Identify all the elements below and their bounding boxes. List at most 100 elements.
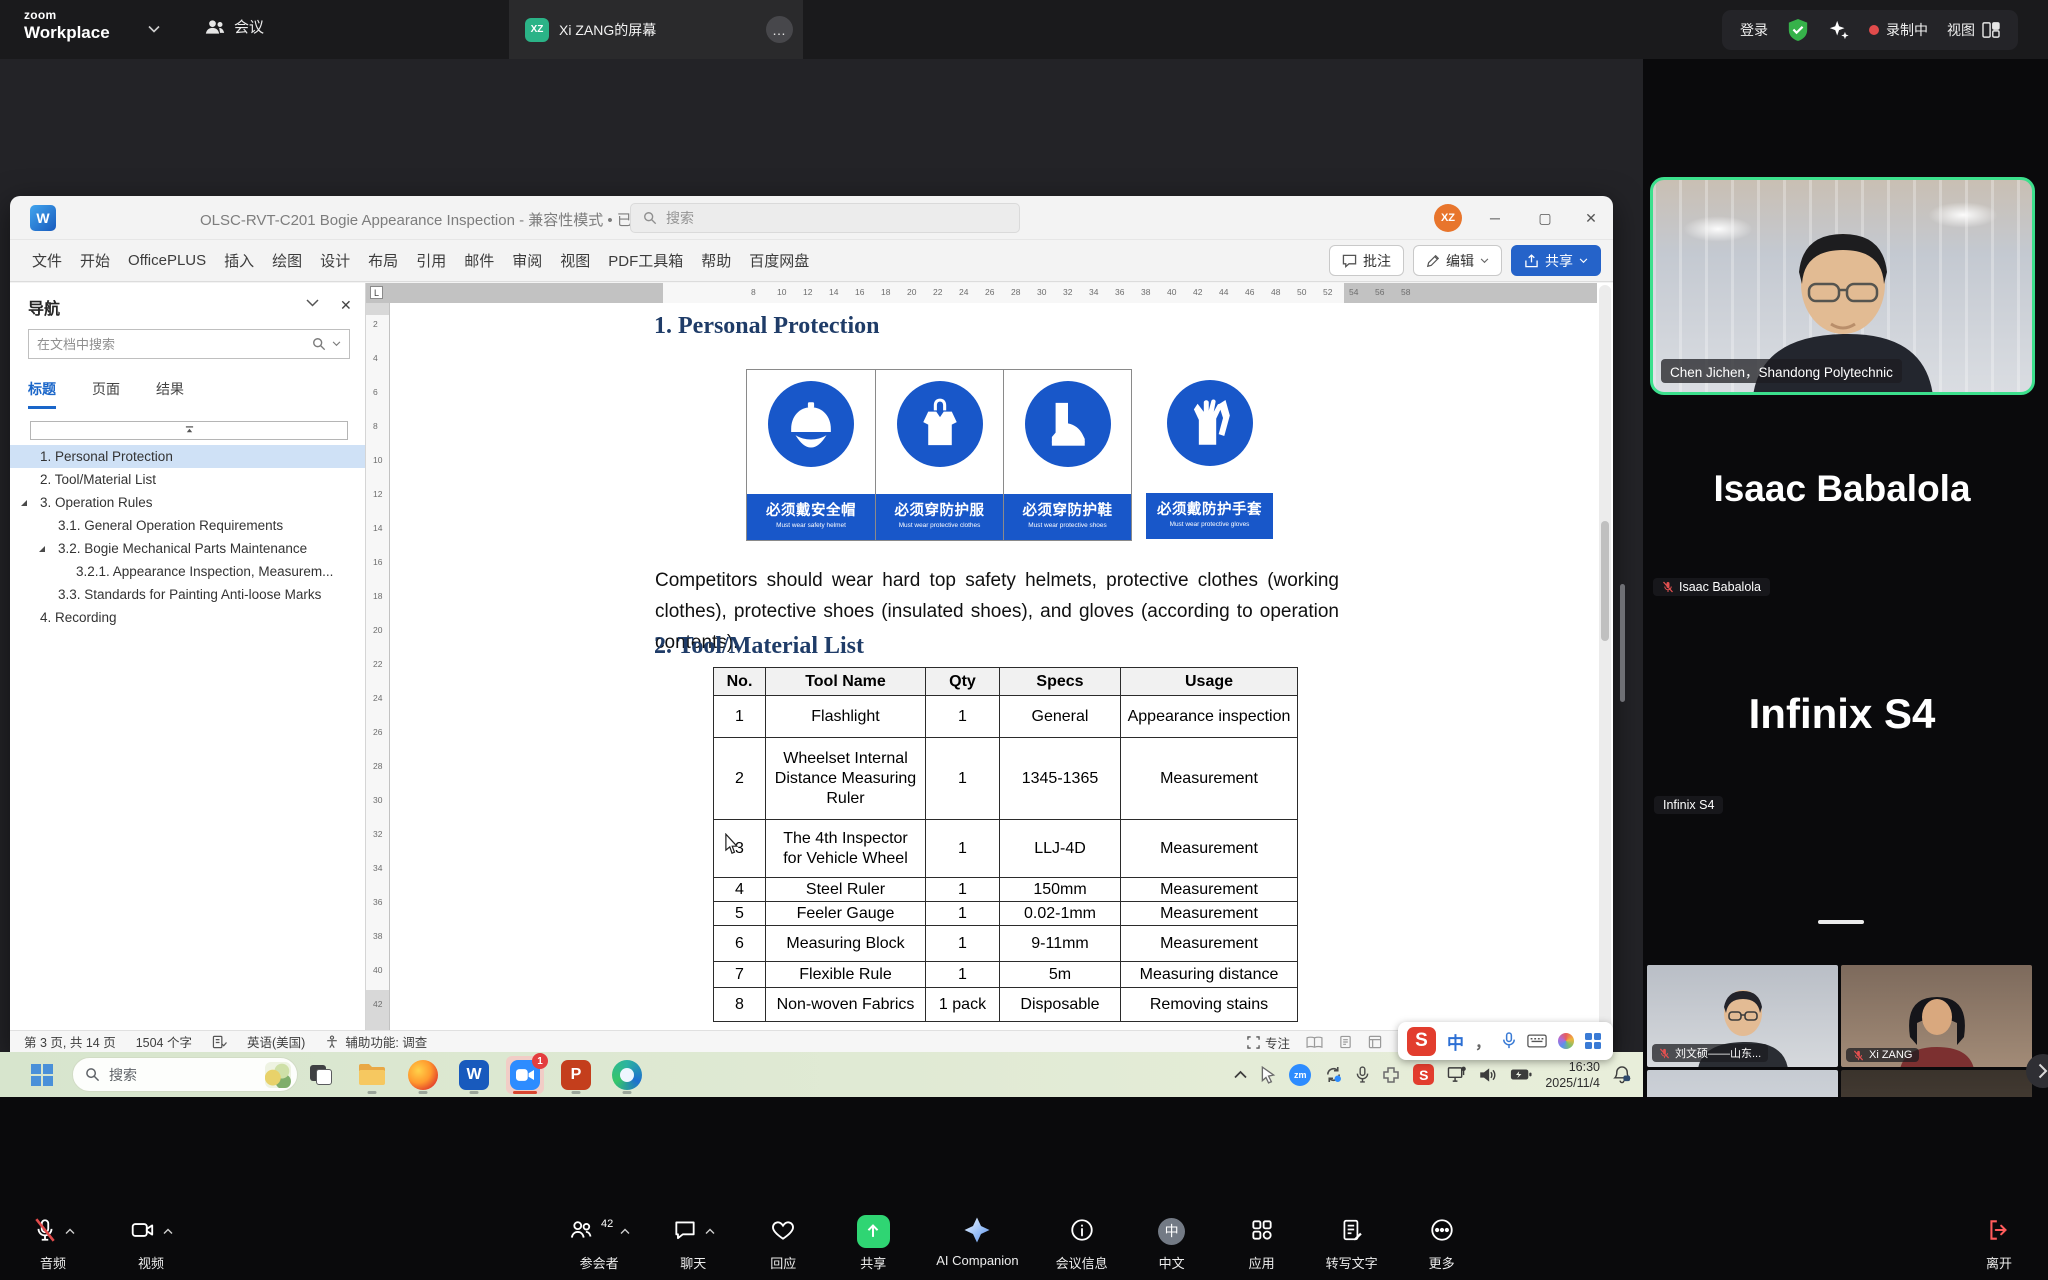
nav-item[interactable]: 3.1. General Operation Requirements	[10, 514, 365, 537]
accessibility-status[interactable]: 辅助功能: 调查	[325, 1032, 427, 1051]
word-search-box[interactable]: 搜索	[630, 203, 1020, 233]
pointer-icon[interactable]	[1260, 1066, 1276, 1084]
zoom-app-button[interactable]: 1	[506, 1056, 544, 1094]
expander-icon[interactable]	[38, 545, 46, 553]
login-button[interactable]: 登录	[1740, 20, 1768, 40]
browser-v-button[interactable]	[608, 1056, 646, 1094]
nav-item[interactable]: 1. Personal Protection	[10, 445, 365, 468]
toolbar-chat[interactable]: 聊天	[666, 1215, 720, 1272]
toolbar-info[interactable]: 会议信息	[1055, 1215, 1109, 1272]
menu-item-2[interactable]: OfficePLUS	[128, 252, 206, 269]
search-highlight-image[interactable]	[265, 1062, 291, 1088]
powerpoint-button[interactable]: P	[557, 1056, 595, 1094]
web-layout-icon[interactable]	[1368, 1035, 1382, 1049]
menu-item-4[interactable]: 绘图	[272, 250, 302, 271]
sogou-icon[interactable]: S	[1407, 1027, 1436, 1056]
scrollbar-thumb[interactable]	[1601, 521, 1609, 641]
input-cross-icon[interactable]	[1382, 1066, 1400, 1084]
toolbar-chinese[interactable]: 中中文	[1145, 1215, 1199, 1272]
chevron-down-icon[interactable]	[306, 299, 319, 307]
sync-icon[interactable]	[1324, 1066, 1343, 1083]
ime-punctuation[interactable]: ，	[1475, 1029, 1491, 1053]
nav-jump-top-button[interactable]	[30, 421, 348, 440]
start-button[interactable]	[26, 1059, 58, 1091]
language-indicator[interactable]: 英语(美国)	[247, 1032, 305, 1051]
panel-resize-handle[interactable]	[1818, 920, 1864, 924]
battery-icon[interactable]	[1510, 1068, 1532, 1081]
menu-item-10[interactable]: 视图	[560, 250, 590, 271]
scrollbar[interactable]	[1599, 285, 1611, 1028]
nav-search-input[interactable]	[37, 337, 306, 352]
chevron-down-icon[interactable]	[332, 341, 341, 347]
menu-item-8[interactable]: 邮件	[464, 250, 494, 271]
focus-mode-button[interactable]: 专注	[1247, 1033, 1290, 1052]
notification-bell-icon[interactable]	[1613, 1065, 1631, 1084]
video-tile-speaker[interactable]: Chen Jichen，Shandong Polytechnic	[1650, 177, 2035, 395]
tab-headings[interactable]: 标题	[28, 379, 56, 409]
close-icon[interactable]: ✕	[340, 297, 352, 314]
nav-search-box[interactable]	[28, 329, 350, 359]
menu-item-0[interactable]: 文件	[32, 250, 62, 271]
taskbar-search[interactable]: 搜索	[72, 1057, 298, 1092]
more-options-button[interactable]: …	[766, 16, 793, 43]
close-button[interactable]: ✕	[1568, 196, 1614, 240]
view-button[interactable]: 视图	[1947, 20, 2000, 40]
chevron-up-icon[interactable]	[65, 1228, 75, 1235]
taskbar-clock[interactable]: 16:30 2025/11/4	[1545, 1059, 1600, 1091]
account-avatar[interactable]: XZ	[1434, 204, 1462, 232]
nav-item[interactable]: 2. Tool/Material List	[10, 468, 365, 491]
monitor-icon[interactable]	[1447, 1066, 1466, 1083]
menu-item-13[interactable]: 百度网盘	[749, 250, 809, 271]
nav-item[interactable]: 3.3. Standards for Painting Anti-loose M…	[10, 583, 365, 606]
menu-item-7[interactable]: 引用	[416, 250, 446, 271]
nav-item[interactable]: 3. Operation Rules	[10, 491, 365, 514]
toolbar-share-screen[interactable]: 共享	[846, 1215, 900, 1272]
chevron-up-icon[interactable]	[620, 1228, 630, 1235]
video-tile-xi[interactable]: Xi ZANG	[1841, 965, 2032, 1067]
video-tile-liu[interactable]: 刘文硕——山东...	[1647, 965, 1838, 1067]
menu-item-12[interactable]: 帮助	[701, 250, 731, 271]
menu-item-6[interactable]: 布局	[368, 250, 398, 271]
print-layout-icon[interactable]	[1339, 1035, 1352, 1049]
page-indicator[interactable]: 第 3 页, 共 14 页	[24, 1032, 116, 1051]
ai-sparkle-icon[interactable]	[1828, 19, 1850, 41]
tab-results[interactable]: 结果	[156, 379, 184, 409]
toolbar-more[interactable]: 更多	[1415, 1215, 1469, 1272]
keyboard-icon[interactable]	[1527, 1034, 1547, 1048]
tab-shared-screen[interactable]: XZ Xi ZANG的屏幕 …	[509, 0, 803, 59]
menu-item-5[interactable]: 设计	[320, 250, 350, 271]
word-count[interactable]: 1504 个字	[136, 1032, 192, 1051]
speaker-icon[interactable]	[1479, 1067, 1497, 1083]
task-view-button[interactable]	[302, 1056, 340, 1094]
search-icon[interactable]	[312, 337, 326, 351]
share-button[interactable]: 共享	[1511, 245, 1601, 276]
comment-button[interactable]: 批注	[1329, 245, 1404, 276]
security-shield-icon[interactable]	[1787, 18, 1809, 42]
toolbar-heart[interactable]: 回应	[756, 1215, 810, 1272]
menu-item-11[interactable]: PDF工具箱	[608, 250, 683, 271]
toolbar-leave[interactable]: 离开	[1972, 1215, 2026, 1272]
ime-mode-chinese[interactable]: 中	[1447, 1029, 1464, 1054]
menu-item-3[interactable]: 插入	[224, 250, 254, 271]
nav-item[interactable]: 3.2.1. Appearance Inspection, Measurem..…	[10, 560, 365, 583]
skin-palette-icon[interactable]	[1558, 1033, 1574, 1049]
word-button[interactable]: W	[455, 1056, 493, 1094]
minimize-button[interactable]: ─	[1472, 196, 1518, 240]
sogou-tray-icon[interactable]: S	[1413, 1064, 1434, 1085]
proofing-icon[interactable]	[212, 1035, 227, 1049]
zoom-tray-icon[interactable]: zm	[1289, 1064, 1311, 1086]
chevron-up-icon[interactable]	[705, 1228, 715, 1235]
ime-menu-icon[interactable]	[1585, 1033, 1601, 1049]
tab-meeting[interactable]: 会议	[205, 16, 264, 37]
toolbar-transcript[interactable]: 转写文字	[1325, 1215, 1379, 1272]
voice-input-icon[interactable]	[1502, 1032, 1516, 1050]
tab-pages[interactable]: 页面	[92, 379, 120, 409]
tab-stop-selector[interactable]: L	[370, 286, 383, 299]
nav-item[interactable]: 3.2. Bogie Mechanical Parts Maintenance	[10, 537, 365, 560]
chevron-down-icon[interactable]	[148, 25, 160, 33]
chevron-up-icon[interactable]	[1234, 1070, 1247, 1079]
expander-icon[interactable]	[20, 499, 28, 507]
firefox-button[interactable]	[404, 1056, 442, 1094]
menu-item-1[interactable]: 开始	[80, 250, 110, 271]
toolbar-participants[interactable]: 42参会者	[568, 1215, 630, 1272]
